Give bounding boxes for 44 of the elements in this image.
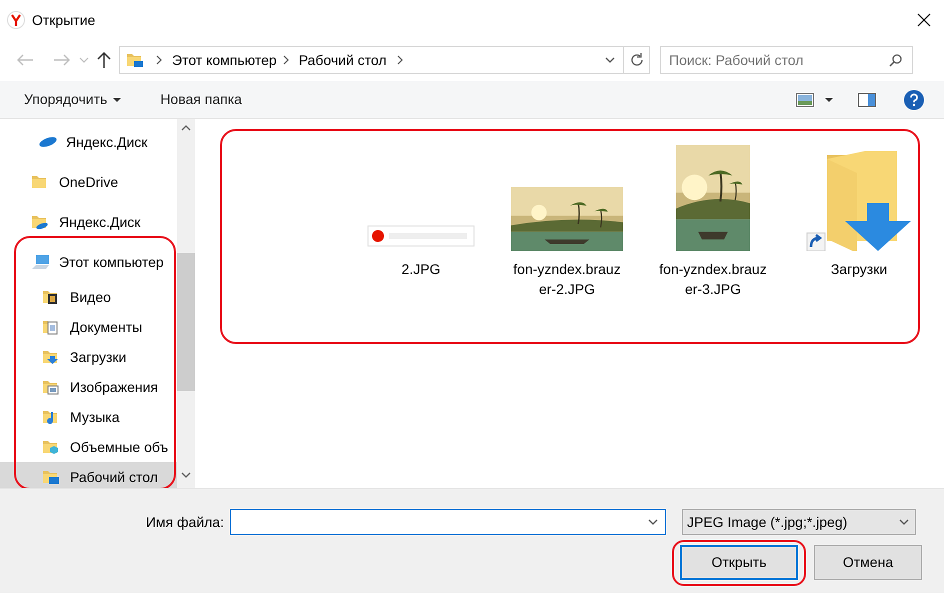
file-name[interactable]: 2.JPG (364, 259, 478, 279)
sidebar-item[interactable]: Музыка (0, 402, 177, 432)
filename-field[interactable] (230, 509, 666, 535)
cancel-button[interactable]: Отмена (814, 545, 922, 580)
file-name[interactable]: fon-yzndex.brauzer-3.JPG (656, 259, 770, 299)
sidebar-item[interactable]: Документы (0, 312, 177, 342)
open-button[interactable]: Открыть (680, 545, 798, 580)
caret-icon[interactable] (824, 96, 834, 102)
breadcrumb-item[interactable]: Рабочий стол (298, 50, 387, 70)
sidebar-item[interactable]: Загрузки (0, 342, 177, 372)
chevron-right-icon (280, 54, 291, 66)
help-icon[interactable] (904, 90, 924, 110)
organize-menu-button[interactable]: Упорядочить (24, 89, 122, 110)
folder-icon (126, 51, 144, 69)
sidebar-item[interactable]: Изображения (0, 372, 177, 402)
search-field[interactable]: Поиск: Рабочий стол (660, 46, 913, 74)
filename-label: Имя файла: (144, 512, 225, 532)
sidebar-item[interactable]: OneDrive (0, 162, 177, 202)
app-logo-icon (7, 11, 25, 29)
sidebar-item[interactable]: Рабочий стол (0, 462, 177, 488)
scrollbar[interactable] (177, 119, 195, 488)
computer-icon (31, 253, 51, 271)
close-icon[interactable] (917, 13, 931, 27)
refresh-icon (628, 52, 644, 68)
filetype-select[interactable]: JPEG Image (*.jpg;*.jpeg) (682, 509, 916, 535)
sidebar-item[interactable]: Объемные объ (0, 432, 177, 462)
up-arrow-icon[interactable] (97, 51, 111, 69)
search-icon (889, 53, 903, 67)
sidebar-item[interactable]: Этот компьютер (0, 242, 177, 282)
scrollbar-thumb[interactable] (177, 253, 195, 391)
sidebar-item[interactable]: Яндекс.Диск (0, 122, 177, 162)
file-name[interactable]: fon-yzndex.brauzer-2.JPG (510, 259, 624, 299)
window-title: Открытие (32, 10, 96, 30)
view-icon[interactable] (796, 92, 814, 106)
breadcrumb-item[interactable]: Этот компьютер (172, 50, 277, 70)
caret-icon (112, 96, 122, 102)
new-folder-button[interactable]: Новая папка (160, 89, 242, 110)
sidebar-item[interactable]: Яндекс.Диск (0, 202, 177, 242)
folder-icon (42, 468, 62, 486)
sidebar-item[interactable]: Видео (0, 282, 177, 312)
chevron-right-icon (154, 54, 164, 66)
preview-pane-icon[interactable] (858, 92, 876, 106)
chevron-right-icon (394, 54, 405, 66)
file-name[interactable]: Загрузки (802, 259, 916, 279)
